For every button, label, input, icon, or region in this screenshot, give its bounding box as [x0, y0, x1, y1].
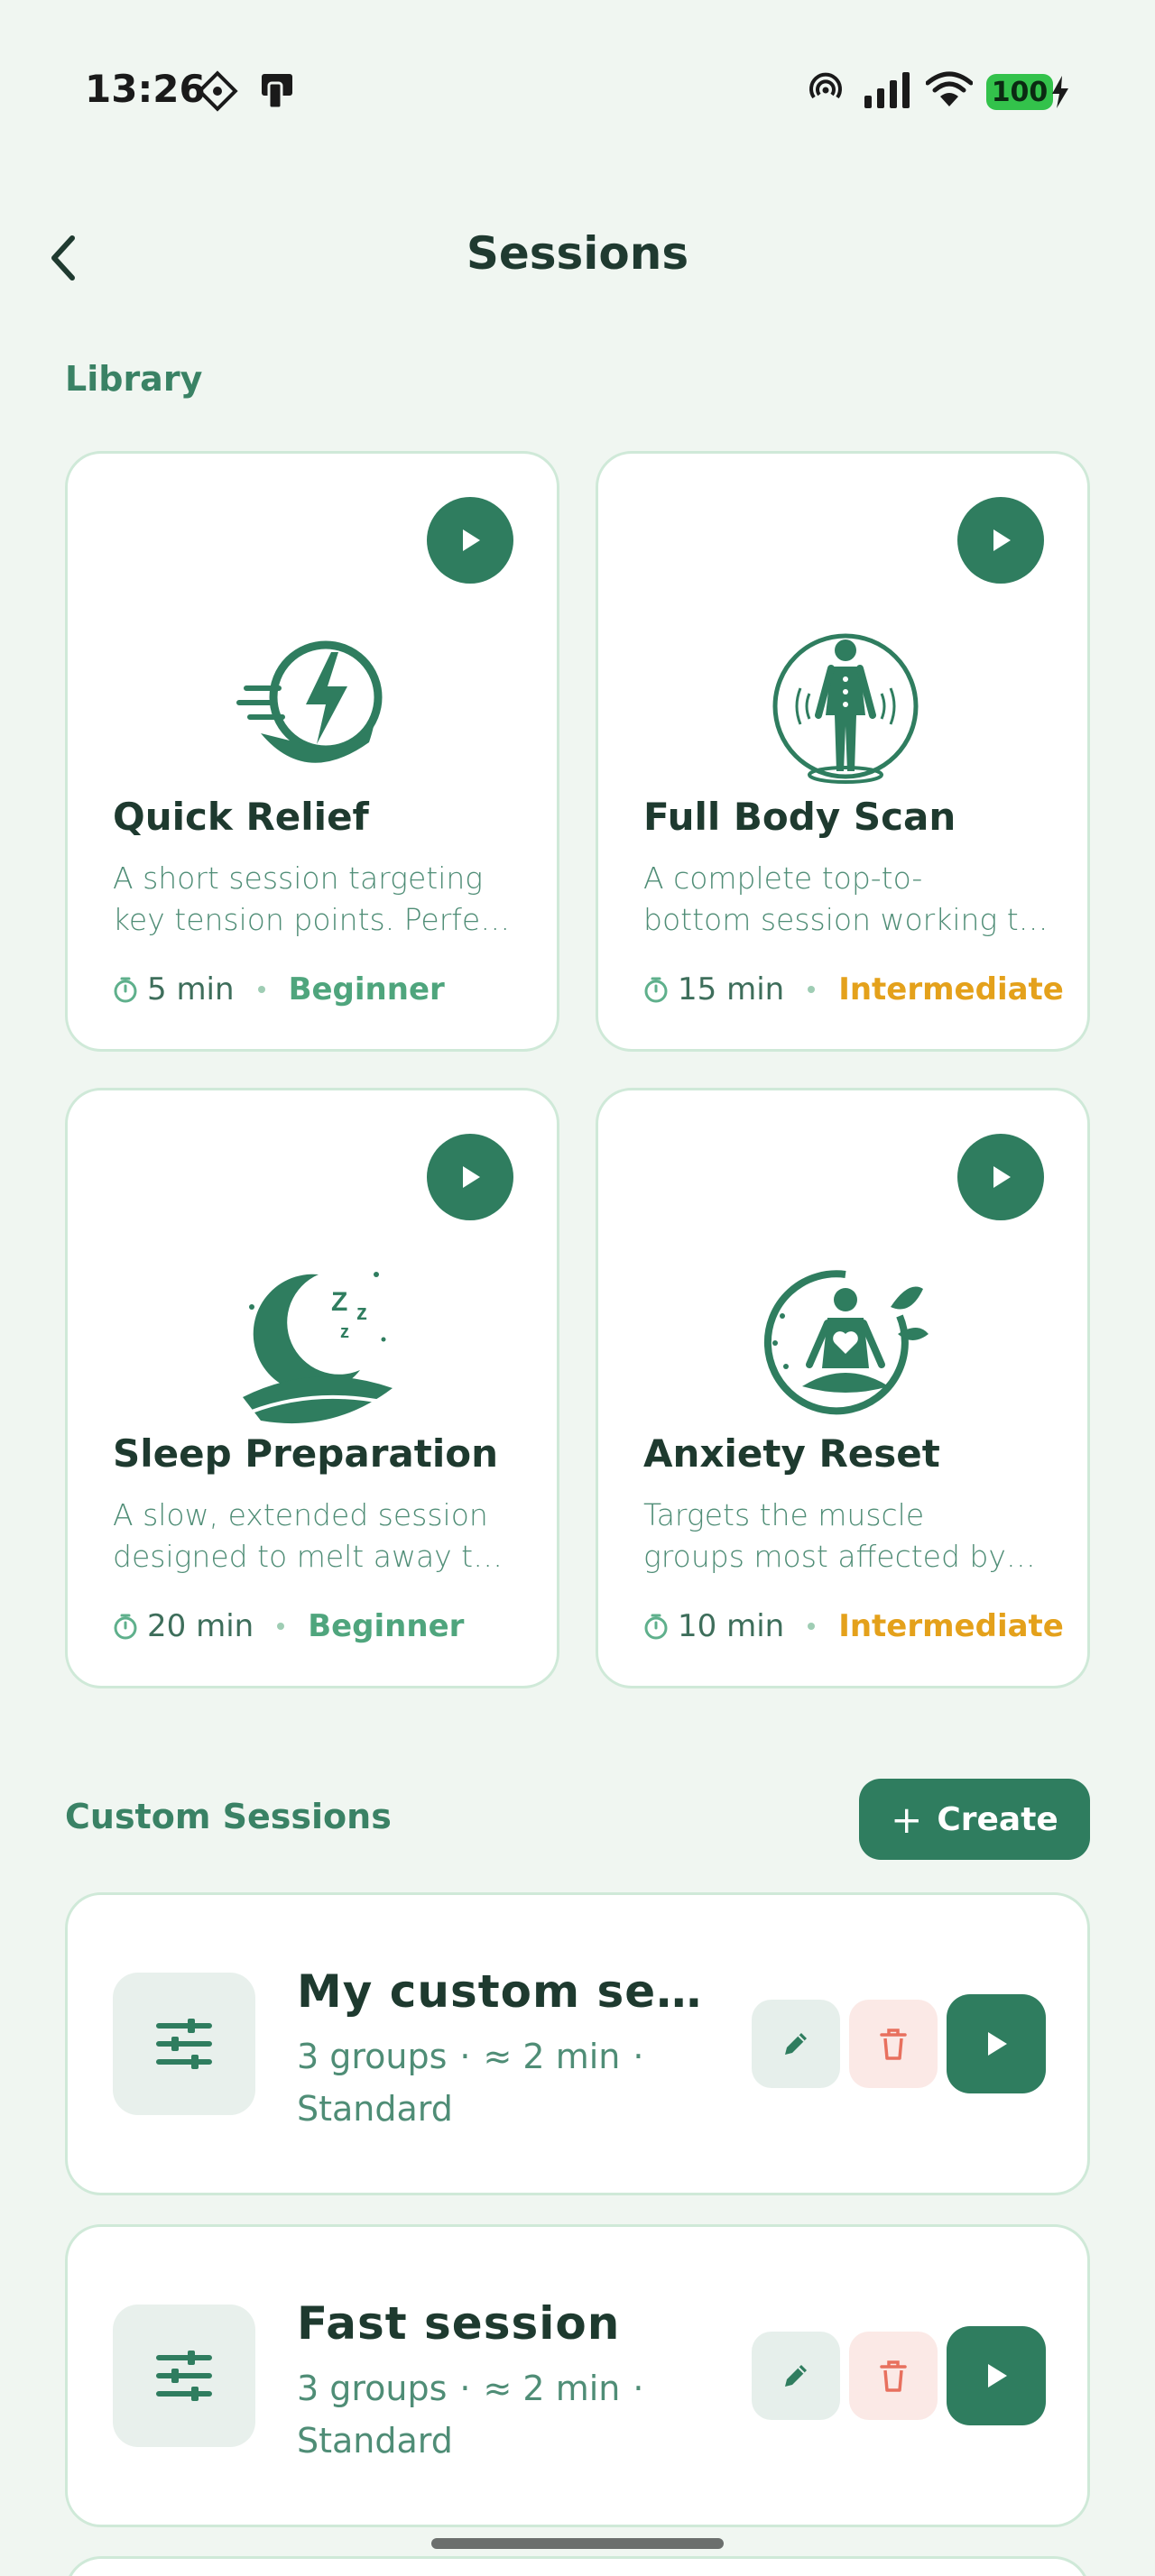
custom-session-meta: 3 groups · ≈ 2 min · Standard [297, 2369, 644, 2461]
custom-session-card[interactable]: Fast session 3 groups · ≈ 2 min · Standard [65, 2224, 1090, 2527]
card-level: Intermediate [838, 1608, 1064, 1644]
card-meta: 15 min Intermediate [643, 971, 1064, 1007]
charging-bolt-icon [1052, 76, 1068, 108]
library-card-sleep-preparation[interactable]: Z z z Sleep Preparation A slow, extended… [65, 1088, 559, 1688]
timer-icon [114, 977, 137, 1003]
device-icon [262, 74, 292, 110]
card-title: Anxiety Reset [643, 1431, 940, 1476]
custom-session-title: Fast session [297, 2297, 621, 2350]
library-card-anxiety-reset[interactable]: Anxiety Reset Targets the muscle groups … [596, 1088, 1090, 1688]
play-button[interactable] [427, 1134, 513, 1220]
card-description: Targets the muscle groups most affected … [643, 1497, 1036, 1574]
custom-session-meta: 3 groups · ≈ 2 min · Standard [297, 2037, 644, 2129]
delete-button[interactable] [849, 2332, 938, 2420]
card-title: Full Body Scan [643, 795, 956, 839]
card-level: Beginner [308, 1608, 465, 1644]
play-session-button[interactable] [947, 1994, 1046, 2093]
card-meta: 10 min Intermediate [643, 1608, 1064, 1644]
play-icon [993, 529, 1011, 551]
card-meta: 20 min Beginner [113, 1608, 464, 1644]
clock: 13:26 [85, 67, 206, 111]
play-icon [988, 2364, 1007, 2387]
pencil-icon [785, 2033, 807, 2055]
battery-indicator: 100 [986, 74, 1053, 110]
trash-icon [880, 2029, 907, 2060]
custom-session-card[interactable]: My custom session 3 groups·≈ 2 min· Stan… [65, 1892, 1090, 2195]
card-duration: 5 min [147, 971, 235, 1007]
signal-icon [864, 72, 910, 108]
card-duration: 10 min [678, 1608, 785, 1644]
custom-session-card-partial[interactable] [65, 2556, 1090, 2576]
svg-text:Z: Z [331, 1287, 347, 1317]
create-button-label: Create [937, 1800, 1058, 1838]
card-duration: 20 min [147, 1608, 254, 1644]
play-icon [988, 2032, 1007, 2056]
pencil-icon [785, 2365, 807, 2387]
edit-button[interactable] [752, 2000, 840, 2088]
wifi-icon [926, 71, 973, 106]
timer-icon [114, 1614, 137, 1640]
create-session-button[interactable]: + Create [859, 1779, 1090, 1860]
moon-sleep-icon: Z z z [243, 1272, 393, 1424]
meta-separator [277, 1623, 285, 1630]
card-title: Sleep Preparation [113, 1431, 498, 1476]
card-meta: 5 min Beginner [113, 971, 445, 1007]
home-indicator[interactable] [431, 2538, 724, 2549]
card-level: Intermediate [838, 971, 1064, 1007]
sliders-icon [156, 2351, 212, 2401]
play-button[interactable] [957, 1134, 1044, 1220]
play-button[interactable] [957, 497, 1044, 584]
meditation-heart-icon [763, 1270, 929, 1415]
custom-session-title: My custom session [297, 1965, 703, 2018]
status-bar: 13:26 100 [0, 0, 1155, 180]
timer-icon [644, 1614, 668, 1640]
library-card-full-body-scan[interactable]: Full Body Scan A complete top-to- bottom… [596, 451, 1090, 1052]
edit-button[interactable] [752, 2332, 840, 2420]
page-title: Sessions [466, 227, 689, 280]
meta-separator [257, 986, 265, 993]
sliders-icon [156, 2019, 212, 2069]
card-level: Beginner [288, 971, 445, 1007]
body-scan-icon [772, 633, 919, 784]
play-icon [463, 1166, 480, 1188]
play-icon [993, 1166, 1011, 1188]
custom-session-thumbnail [113, 1973, 255, 2115]
card-description: A complete top-to- bottom session workin… [643, 860, 1049, 937]
card-duration: 15 min [678, 971, 785, 1007]
library-section-label: Library [65, 359, 203, 399]
lightning-leaf-icon [236, 640, 383, 763]
meta-separator [808, 1623, 816, 1630]
play-icon [463, 529, 480, 551]
custom-session-thumbnail [113, 2305, 255, 2447]
delete-button[interactable] [849, 2000, 938, 2088]
svg-text:z: z [356, 1301, 367, 1325]
hotspot-icon [809, 72, 842, 99]
card-description: A slow, extended session designed to mel… [113, 1497, 504, 1574]
trash-icon [880, 2360, 907, 2392]
card-title: Quick Relief [113, 795, 369, 839]
play-session-button[interactable] [947, 2326, 1046, 2425]
timer-icon [644, 977, 668, 1003]
notification-diamond-icon [197, 70, 238, 112]
meta-separator [808, 986, 816, 993]
library-card-quick-relief[interactable]: Quick Relief A short session targeting k… [65, 451, 559, 1052]
custom-sessions-label: Custom Sessions [65, 1797, 392, 1836]
plus-icon: + [891, 1797, 923, 1842]
card-description: A short session targeting key tension po… [113, 860, 511, 937]
svg-text:z: z [340, 1322, 349, 1342]
play-button[interactable] [427, 497, 513, 584]
